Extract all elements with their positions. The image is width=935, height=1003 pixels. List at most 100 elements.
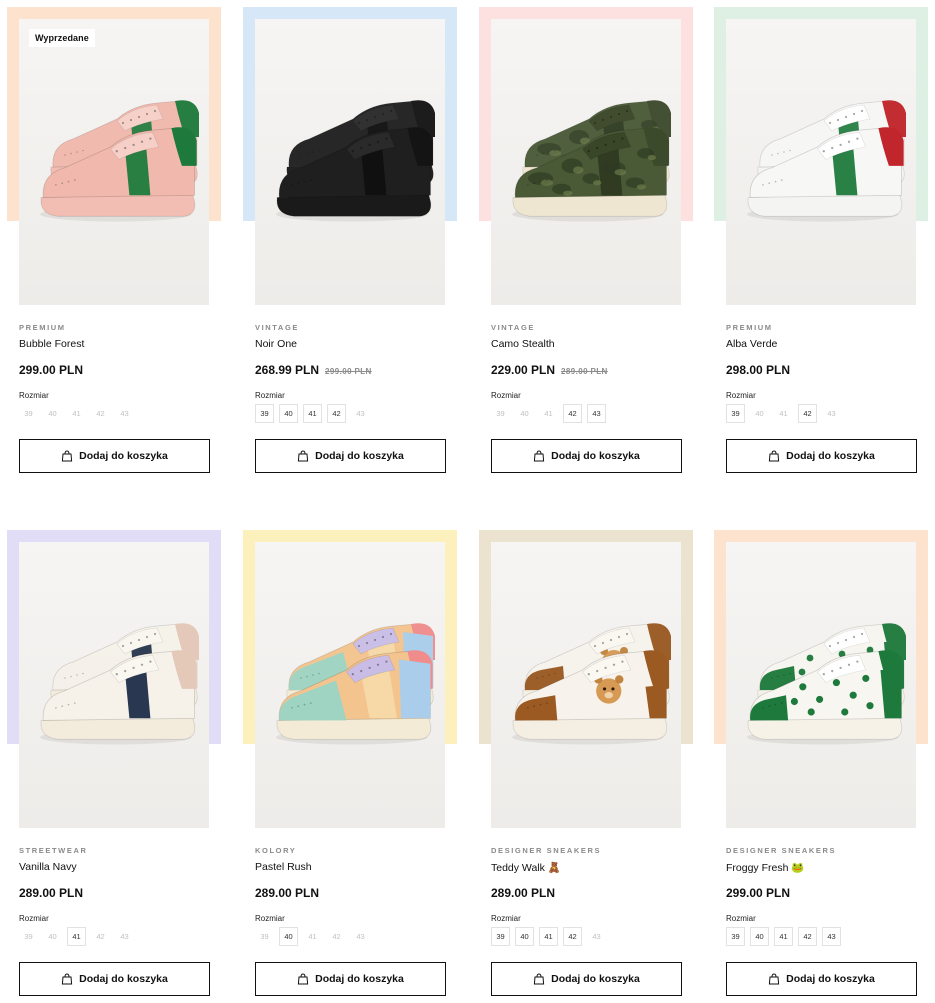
sold-out-badge: Wyprzedane bbox=[29, 29, 95, 47]
size-option-43[interactable]: 43 bbox=[822, 927, 841, 946]
size-option-42[interactable]: 42 bbox=[798, 927, 817, 946]
price-row: 299.00 PLN bbox=[19, 363, 83, 377]
size-option-39[interactable]: 39 bbox=[726, 404, 745, 423]
product-price: 289.00 PLN bbox=[491, 886, 556, 900]
price-row: 298.00 PLN bbox=[726, 363, 790, 377]
product-category: VINTAGE bbox=[491, 323, 535, 332]
size-option-41: 41 bbox=[308, 932, 317, 941]
size-option-40: 40 bbox=[755, 409, 764, 418]
add-to-cart-label: Dodaj do koszyka bbox=[79, 973, 168, 985]
product-name[interactable]: Froggy Fresh 🐸 bbox=[726, 861, 804, 874]
size-options: 39 40 41 42 43 bbox=[19, 927, 134, 946]
size-label: Rozmiar bbox=[255, 914, 285, 923]
size-option-39[interactable]: 39 bbox=[255, 404, 274, 423]
size-option-43: 43 bbox=[356, 932, 365, 941]
size-option-43: 43 bbox=[356, 409, 365, 418]
shopping-bag-icon bbox=[61, 450, 73, 462]
size-option-39: 39 bbox=[24, 409, 33, 418]
add-to-cart-button[interactable]: Dodaj do koszyka bbox=[255, 962, 446, 996]
product-name[interactable]: Teddy Walk 🧸 bbox=[491, 861, 561, 874]
product-image[interactable]: Wyprzedane bbox=[19, 19, 209, 305]
shopping-bag-icon bbox=[533, 973, 545, 985]
size-options: 39 40 41 42 43 bbox=[19, 404, 134, 423]
size-option-39[interactable]: 39 bbox=[726, 927, 745, 946]
product-photo-svg bbox=[40, 623, 199, 745]
product-card: KOLORY Pastel Rush 289.00 PLN Rozmiar 39 40 41… bbox=[243, 530, 457, 1000]
product-photo-svg bbox=[512, 623, 671, 745]
price-row: 229.00 PLN 289.00 PLN bbox=[491, 363, 608, 377]
size-option-42[interactable]: 42 bbox=[327, 404, 346, 423]
price-row: 268.99 PLN 299.00 PLN bbox=[255, 363, 372, 377]
size-option-43: 43 bbox=[592, 932, 601, 941]
size-label: Rozmiar bbox=[19, 391, 49, 400]
size-option-42[interactable]: 42 bbox=[798, 404, 817, 423]
product-name[interactable]: Alba Verde bbox=[726, 338, 777, 350]
product-card: DESIGNER SNEAKERS Froggy Fresh 🐸 299.00 PL… bbox=[714, 530, 928, 1000]
add-to-cart-label: Dodaj do koszyka bbox=[551, 973, 640, 985]
product-card: VINTAGE Noir One 268.99 PLN 299.00 PLN Rozmi… bbox=[243, 7, 457, 477]
product-price: 289.00 PLN bbox=[19, 886, 84, 900]
size-options: 39 40 41 42 43 bbox=[491, 927, 606, 946]
add-to-cart-label: Dodaj do koszyka bbox=[551, 450, 640, 462]
add-to-cart-label: Dodaj do koszyka bbox=[79, 450, 168, 462]
product-name[interactable]: Bubble Forest bbox=[19, 338, 84, 350]
size-option-41: 41 bbox=[779, 409, 788, 418]
size-option-42[interactable]: 42 bbox=[563, 927, 582, 946]
product-category: PREMIUM bbox=[726, 323, 773, 332]
size-option-42: 42 bbox=[332, 932, 341, 941]
shopping-bag-icon bbox=[768, 973, 780, 985]
size-option-39[interactable]: 39 bbox=[491, 927, 510, 946]
product-name[interactable]: Camo Stealth bbox=[491, 338, 555, 350]
product-name[interactable]: Noir One bbox=[255, 338, 297, 350]
size-option-42: 42 bbox=[96, 409, 105, 418]
product-image[interactable] bbox=[255, 19, 445, 305]
size-option-40[interactable]: 40 bbox=[515, 927, 534, 946]
product-photo-svg bbox=[747, 100, 906, 222]
size-option-40[interactable]: 40 bbox=[750, 927, 769, 946]
size-option-40: 40 bbox=[48, 932, 57, 941]
shopping-bag-icon bbox=[61, 973, 73, 985]
size-option-41[interactable]: 41 bbox=[303, 404, 322, 423]
product-card: PREMIUM Alba Verde 298.00 PLN Rozmiar 39 40 41… bbox=[714, 7, 928, 477]
add-to-cart-button[interactable]: Dodaj do koszyka bbox=[726, 962, 917, 996]
product-photo-svg bbox=[747, 623, 906, 745]
price-row: 299.00 PLN bbox=[726, 886, 790, 900]
size-option-43: 43 bbox=[120, 932, 129, 941]
product-name[interactable]: Vanilla Navy bbox=[19, 861, 77, 873]
product-image[interactable] bbox=[19, 542, 209, 828]
price-row: 289.00 PLN bbox=[19, 886, 83, 900]
size-option-40: 40 bbox=[520, 409, 529, 418]
product-photo-svg bbox=[276, 100, 435, 222]
size-option-41[interactable]: 41 bbox=[67, 927, 86, 946]
product-image[interactable] bbox=[491, 542, 681, 828]
size-label: Rozmiar bbox=[19, 914, 49, 923]
add-to-cart-button[interactable]: Dodaj do koszyka bbox=[255, 439, 446, 473]
product-image[interactable] bbox=[255, 542, 445, 828]
add-to-cart-button[interactable]: Dodaj do koszyka bbox=[491, 962, 682, 996]
size-option-40[interactable]: 40 bbox=[279, 404, 298, 423]
size-options: 39 40 41 42 43 bbox=[255, 404, 370, 423]
size-option-43[interactable]: 43 bbox=[587, 404, 606, 423]
size-options: 39 40 41 42 43 bbox=[726, 404, 841, 423]
product-photo-svg bbox=[276, 623, 435, 745]
shopping-bag-icon bbox=[297, 450, 309, 462]
size-option-43: 43 bbox=[120, 409, 129, 418]
product-name[interactable]: Pastel Rush bbox=[255, 861, 312, 873]
product-card: Wyprzedane PREMIUM Bubble Forest 299.00 PLN… bbox=[7, 7, 221, 477]
size-options: 39 40 41 42 43 bbox=[255, 927, 370, 946]
product-image[interactable] bbox=[726, 542, 916, 828]
add-to-cart-button[interactable]: Dodaj do koszyka bbox=[726, 439, 917, 473]
product-image[interactable] bbox=[491, 19, 681, 305]
size-option-41[interactable]: 41 bbox=[539, 927, 558, 946]
size-option-42: 42 bbox=[96, 932, 105, 941]
add-to-cart-label: Dodaj do koszyka bbox=[786, 450, 875, 462]
old-price: 289.00 PLN bbox=[561, 367, 608, 376]
add-to-cart-label: Dodaj do koszyka bbox=[786, 973, 875, 985]
product-image[interactable] bbox=[726, 19, 916, 305]
size-option-40[interactable]: 40 bbox=[279, 927, 298, 946]
add-to-cart-button[interactable]: Dodaj do koszyka bbox=[19, 962, 210, 996]
size-option-41[interactable]: 41 bbox=[774, 927, 793, 946]
size-option-42[interactable]: 42 bbox=[563, 404, 582, 423]
add-to-cart-button[interactable]: Dodaj do koszyka bbox=[491, 439, 682, 473]
add-to-cart-button[interactable]: Dodaj do koszyka bbox=[19, 439, 210, 473]
